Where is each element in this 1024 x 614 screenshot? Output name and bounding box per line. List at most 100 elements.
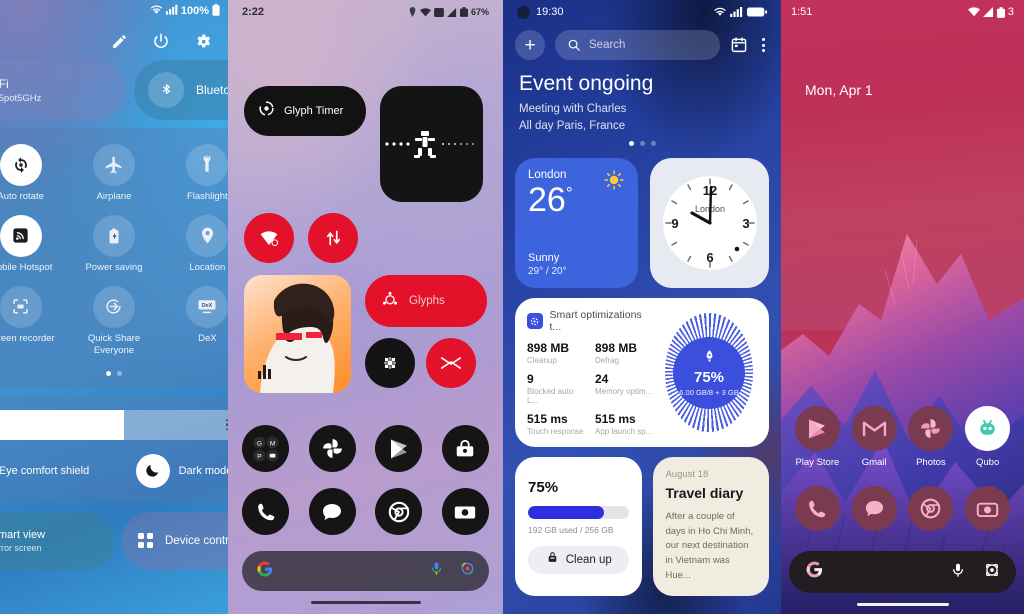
- tile-dex[interactable]: DeX DeX: [161, 285, 228, 357]
- svg-text:G: G: [256, 440, 261, 447]
- stat-value: 898 MB: [527, 341, 570, 355]
- app-chrome[interactable]: [903, 486, 960, 531]
- app-qubo[interactable]: Qubo: [959, 406, 1016, 468]
- tile-airplane[interactable]: Airplane: [67, 144, 160, 203]
- search-actions: [950, 562, 1000, 583]
- svg-text:M: M: [269, 440, 274, 447]
- svg-text:DeX: DeX: [202, 303, 213, 309]
- tile-label: Screen recorder: [0, 332, 55, 344]
- essential-space-toggle[interactable]: [365, 338, 415, 388]
- smart-view-tile[interactable]: mart view rror screen: [0, 511, 114, 570]
- mobile-data-toggle[interactable]: [308, 213, 358, 263]
- app-gmail[interactable]: Gmail: [846, 406, 903, 468]
- device-control-tile[interactable]: Device control: [122, 511, 228, 570]
- diary-date: August 18: [665, 469, 709, 480]
- tile-location[interactable]: Location: [161, 214, 228, 274]
- app-phone[interactable]: [789, 486, 846, 531]
- qs-row-1: Auto rotate Airplane Flashlight: [0, 144, 228, 215]
- app-photos[interactable]: Photos: [903, 406, 960, 468]
- weather-widget[interactable]: London 26° Sunny 29° / 20°: [515, 158, 639, 288]
- storage-percent: 75%: [528, 479, 559, 496]
- tile-power-saving[interactable]: Power saving: [67, 214, 160, 274]
- diary-body: After a couple of days in Ho Chi Minh, o…: [665, 511, 754, 581]
- tile-label: Flashlight: [186, 191, 228, 202]
- status-bar: 19:30: [503, 0, 781, 24]
- flashlight-icon: [186, 144, 228, 186]
- stat-value: 898 MB: [595, 341, 638, 355]
- wifi-icon: [967, 7, 980, 17]
- brightness-slider[interactable]: [0, 409, 228, 440]
- google-g-icon: [805, 560, 824, 584]
- phone-icon: [794, 486, 840, 531]
- page-dot-active[interactable]: [106, 370, 111, 376]
- status-icons: 67%: [408, 7, 489, 17]
- google-search-bar[interactable]: [242, 551, 489, 591]
- page-dot[interactable]: [117, 370, 122, 376]
- wifi-tile[interactable]: iFi I5pot5GHz: [0, 60, 126, 120]
- app-play-store[interactable]: Play Store: [789, 406, 846, 468]
- glyphs-widget[interactable]: Glyphs: [365, 275, 487, 327]
- camera-punchhole: [517, 5, 530, 19]
- play-store-icon[interactable]: [375, 425, 423, 472]
- search-input[interactable]: Search: [555, 30, 720, 60]
- gauge-core: 75% 6.00 GB/8 + 3 GB: [673, 336, 745, 409]
- status-bar: 100%: [0, 0, 228, 22]
- bluetooth-icon: [148, 72, 184, 108]
- widget-row-3: Glyphs: [244, 275, 487, 393]
- glyph-matrix-widget[interactable]: [380, 86, 483, 202]
- signal-icon: [730, 7, 743, 17]
- settings-gear-icon[interactable]: [192, 30, 214, 52]
- travel-diary-widget[interactable]: August 18 Travel diary After a couple of…: [653, 457, 769, 596]
- tile-flashlight[interactable]: Flashlight: [161, 144, 228, 203]
- event-card[interactable]: Event ongoing Meeting with Charles All d…: [503, 60, 781, 146]
- photo-widget[interactable]: [244, 275, 351, 393]
- eye-comfort-label: Eye comfort shield: [0, 464, 90, 477]
- dark-mode-toggle[interactable]: Dark mode: [114, 453, 228, 488]
- phone-icon[interactable]: [242, 488, 289, 535]
- tile-auto-rotate[interactable]: Auto rotate: [0, 144, 67, 203]
- tile-quick-share[interactable]: Quick Share Everyone: [67, 285, 160, 357]
- glyph-matrix-toggle[interactable]: [426, 338, 476, 388]
- stat-value: 24: [595, 372, 609, 386]
- google-g-icon: [256, 560, 274, 583]
- more-icon[interactable]: [758, 38, 769, 52]
- app-row-1: G MP: [242, 425, 489, 472]
- clean-up-button[interactable]: Clean up: [528, 546, 630, 574]
- glyph-timer-widget[interactable]: Glyph Timer: [244, 86, 366, 136]
- google-search-bar[interactable]: [789, 551, 1016, 593]
- calendar-icon[interactable]: [730, 36, 748, 54]
- chrome-icon: [908, 486, 954, 531]
- chrome-icon[interactable]: [375, 488, 423, 535]
- eye-comfort-shield-toggle[interactable]: Eye comfort shield: [0, 465, 114, 477]
- mic-icon[interactable]: [429, 561, 444, 581]
- messages-icon[interactable]: [308, 488, 356, 535]
- photos-icon[interactable]: [308, 425, 356, 472]
- diary-title: Travel diary: [665, 485, 744, 501]
- clock-widget[interactable]: 12 3 6 9 London: [650, 158, 769, 288]
- lens-icon[interactable]: [984, 562, 1000, 583]
- app-camera[interactable]: [959, 486, 1016, 531]
- store-icon[interactable]: [441, 425, 489, 472]
- app-row-1: Play Store Gmail Photos Qubo: [789, 406, 1016, 468]
- bluetooth-tile[interactable]: Bluetooth: [134, 60, 228, 120]
- screen-recorder-icon: [0, 285, 42, 328]
- camera-icon[interactable]: [441, 488, 489, 535]
- google-folder-icon[interactable]: G MP: [242, 425, 289, 472]
- date-label[interactable]: Mon, Apr 1: [781, 24, 1024, 98]
- smart-optimization-widget[interactable]: Smart optimizations t... 898 MB Cleanup 8…: [515, 298, 769, 447]
- mic-icon[interactable]: [950, 562, 966, 583]
- optimization-header: Smart optimizations t...: [527, 309, 653, 333]
- clock-label: 1:51: [791, 6, 813, 18]
- wifi-toggle[interactable]: [244, 213, 294, 263]
- dex-icon: DeX: [186, 285, 228, 328]
- app-messages[interactable]: [846, 486, 903, 531]
- power-icon[interactable]: [150, 30, 172, 52]
- edit-pencil-icon[interactable]: [108, 30, 130, 52]
- add-button[interactable]: +: [515, 30, 545, 60]
- storage-widget[interactable]: 75% 192 GB used / 256 GB Clean up: [515, 457, 643, 596]
- tile-screen-recorder[interactable]: Screen recorder: [0, 285, 67, 357]
- lens-icon[interactable]: [460, 561, 475, 581]
- app-label: Qubo: [976, 457, 1000, 468]
- clock-label: 19:30: [536, 6, 564, 18]
- tile-mobile-hotspot[interactable]: Mobile Hotspot: [0, 214, 67, 274]
